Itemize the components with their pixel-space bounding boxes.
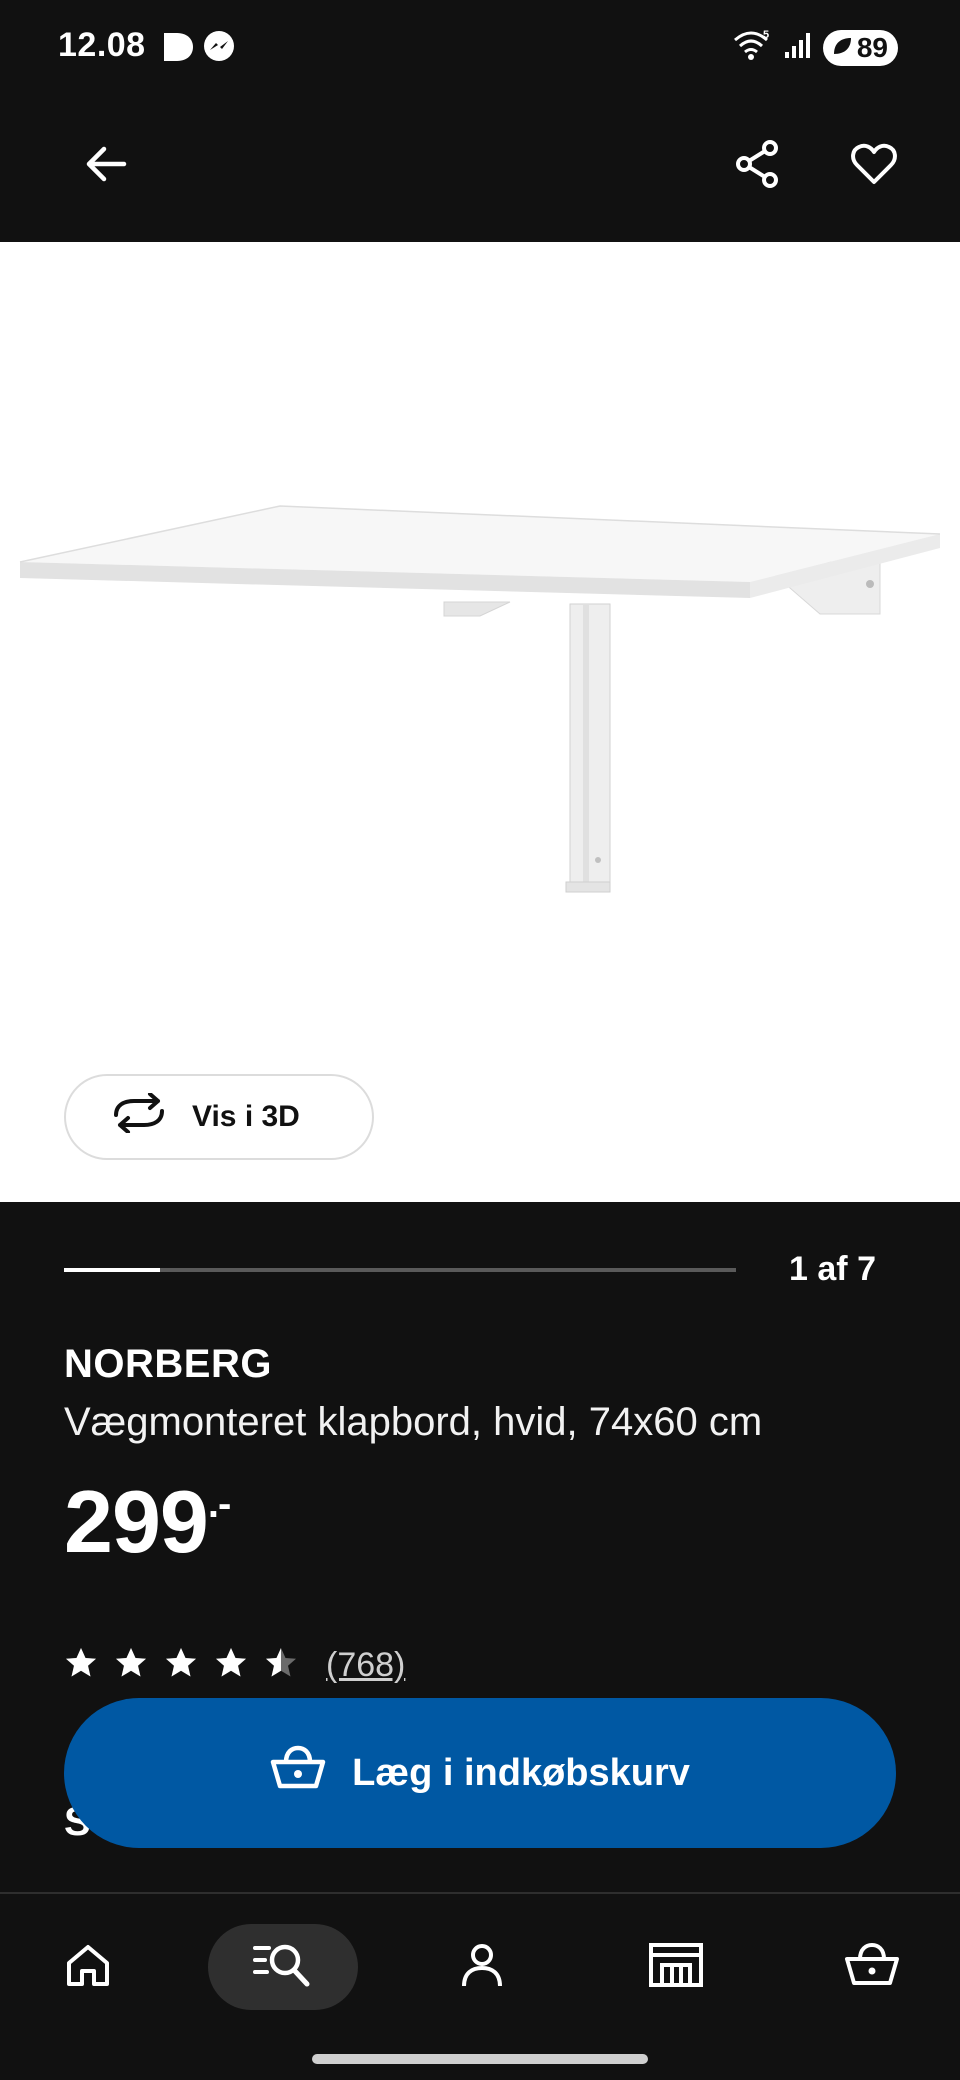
product-photo [19,505,941,893]
back-button[interactable] [66,126,146,206]
view-in-3d-button[interactable]: Vis i 3D [64,1074,374,1160]
home-icon [64,1941,112,1994]
nav-home[interactable] [46,1924,130,2010]
star-icon [164,1646,198,1685]
nav-search[interactable] [208,1924,358,2010]
add-to-cart-button[interactable]: Læg i indkøbskurv [64,1698,896,1848]
top-app-bar [0,96,960,242]
wifi-icon: 5 [733,28,773,67]
rating-count-link[interactable]: (768) [326,1646,405,1685]
status-time: 12.08 [58,26,146,64]
image-counter: 1 af 7 [789,1250,876,1288]
nav-basket[interactable] [830,1924,914,2010]
arrow-left-icon [82,140,130,193]
profile-icon [458,1941,506,1994]
product-rating[interactable]: (768) [64,1646,405,1685]
product-name: NORBERG [64,1342,272,1386]
basket-icon [270,1744,326,1802]
battery-level: 89 [856,31,888,63]
status-bar: 12.08 5 89 [0,0,960,96]
progress-fill [64,1268,161,1272]
rotate-3d-icon [110,1092,168,1141]
view-in-3d-label: Vis i 3D [192,1100,300,1133]
search-icon [253,1942,313,1993]
share-button[interactable] [718,126,798,206]
price-suffix: .- [207,1482,231,1526]
star-rating [64,1646,298,1685]
leaf-icon [831,32,853,64]
system-icons: 5 89 [733,28,898,67]
star-icon [114,1646,148,1685]
store-icon [648,1941,704,1994]
add-to-cart-label: Læg i indkøbskurv [352,1751,690,1794]
product-price: 299.- [64,1478,231,1566]
favorite-button[interactable] [834,126,914,206]
progress-track [64,1268,736,1272]
messenger-icon [202,30,236,69]
heart-icon [849,139,899,194]
bottom-navigation [0,1892,960,2080]
star-icon [214,1646,248,1685]
star-icon [64,1646,98,1685]
battery-indicator: 89 [822,29,898,66]
share-icon [732,138,784,195]
gallery-progress: 1 af 7 [64,1250,896,1290]
notification-icons [160,30,236,69]
svg-text:5: 5 [763,29,769,41]
signal-icon [783,30,813,65]
home-indicator[interactable] [312,2054,648,2064]
nav-profile[interactable] [440,1924,524,2010]
nav-stores[interactable] [634,1924,718,2010]
basket-icon [844,1941,900,1994]
play-icon [160,30,194,69]
product-description: Vægmonteret klapbord, hvid, 74x60 cm [64,1400,763,1444]
price-value: 299 [64,1472,209,1571]
star-icon [264,1646,298,1685]
product-image-gallery[interactable]: Vis i 3D [0,242,960,1202]
